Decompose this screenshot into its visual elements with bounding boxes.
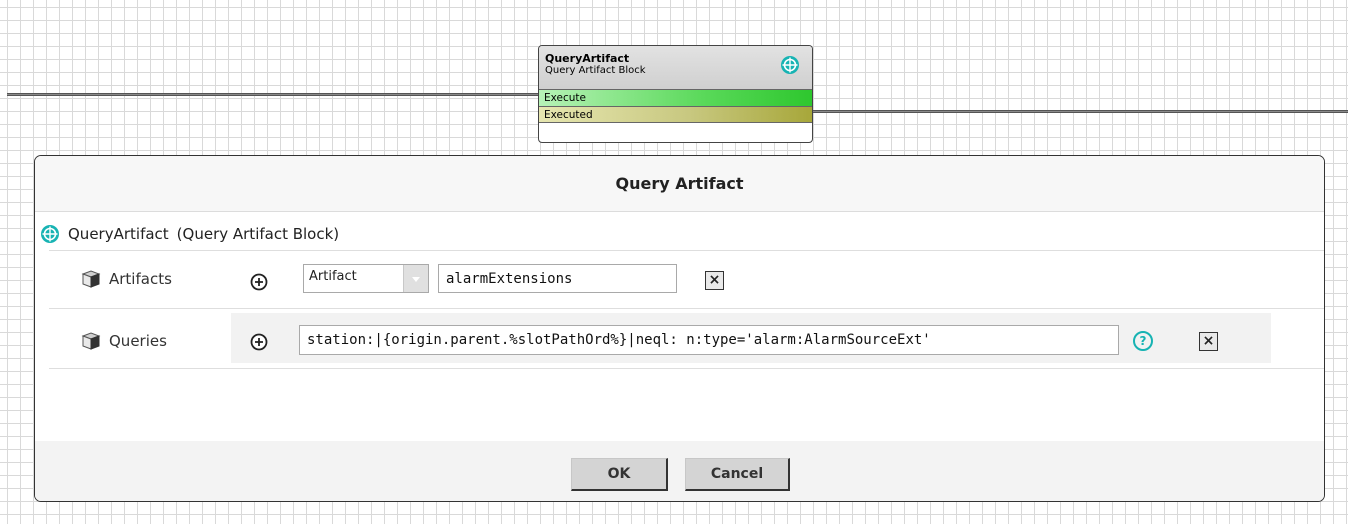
query-artifact-block[interactable]: QueryArtifact Query Artifact Block Execu… <box>538 45 813 143</box>
block-type: Query Artifact Block <box>545 65 646 76</box>
ok-button[interactable]: OK <box>571 458 668 491</box>
cube-icon <box>81 332 101 350</box>
divider <box>49 368 1324 369</box>
artifact-type-select[interactable]: Artifact <box>303 264 429 293</box>
artifacts-label-group: Artifacts <box>81 268 172 290</box>
query-input[interactable] <box>299 325 1119 355</box>
component-name: QueryArtifact <box>68 225 169 243</box>
slot-execute[interactable]: Execute <box>539 89 812 106</box>
chevron-down-icon[interactable] <box>403 265 428 292</box>
divider <box>49 308 1324 309</box>
input-wire <box>7 93 539 96</box>
block-header: QueryArtifact Query Artifact Block <box>539 46 812 90</box>
query-artifact-dialog: Query Artifact QueryArtifact (Query Arti… <box>34 155 1325 502</box>
dialog-title: Query Artifact <box>35 156 1324 212</box>
artifacts-label: Artifacts <box>109 270 172 288</box>
cancel-button[interactable]: Cancel <box>685 458 790 491</box>
output-wire <box>812 110 1348 113</box>
add-query-button[interactable] <box>250 333 268 351</box>
queries-label: Queries <box>109 332 167 350</box>
cube-icon <box>81 270 101 288</box>
component-type: (Query Artifact Block) <box>176 225 340 243</box>
remove-query-button[interactable]: × <box>1199 332 1218 351</box>
queries-label-group: Queries <box>81 330 167 352</box>
help-icon[interactable]: ? <box>1133 331 1153 351</box>
remove-artifact-button[interactable]: × <box>705 271 724 290</box>
block-name: QueryArtifact <box>545 52 630 65</box>
dialog-footer: OK Cancel <box>35 441 1324 501</box>
divider <box>49 250 1324 251</box>
artifact-type-value: Artifact <box>309 269 357 284</box>
slot-executed[interactable]: Executed <box>539 106 812 123</box>
component-header: QueryArtifact (Query Artifact Block) <box>40 223 339 245</box>
target-icon <box>41 225 59 243</box>
artifact-name-input[interactable] <box>438 264 677 293</box>
add-artifact-button[interactable] <box>250 273 268 291</box>
target-icon <box>781 56 799 74</box>
